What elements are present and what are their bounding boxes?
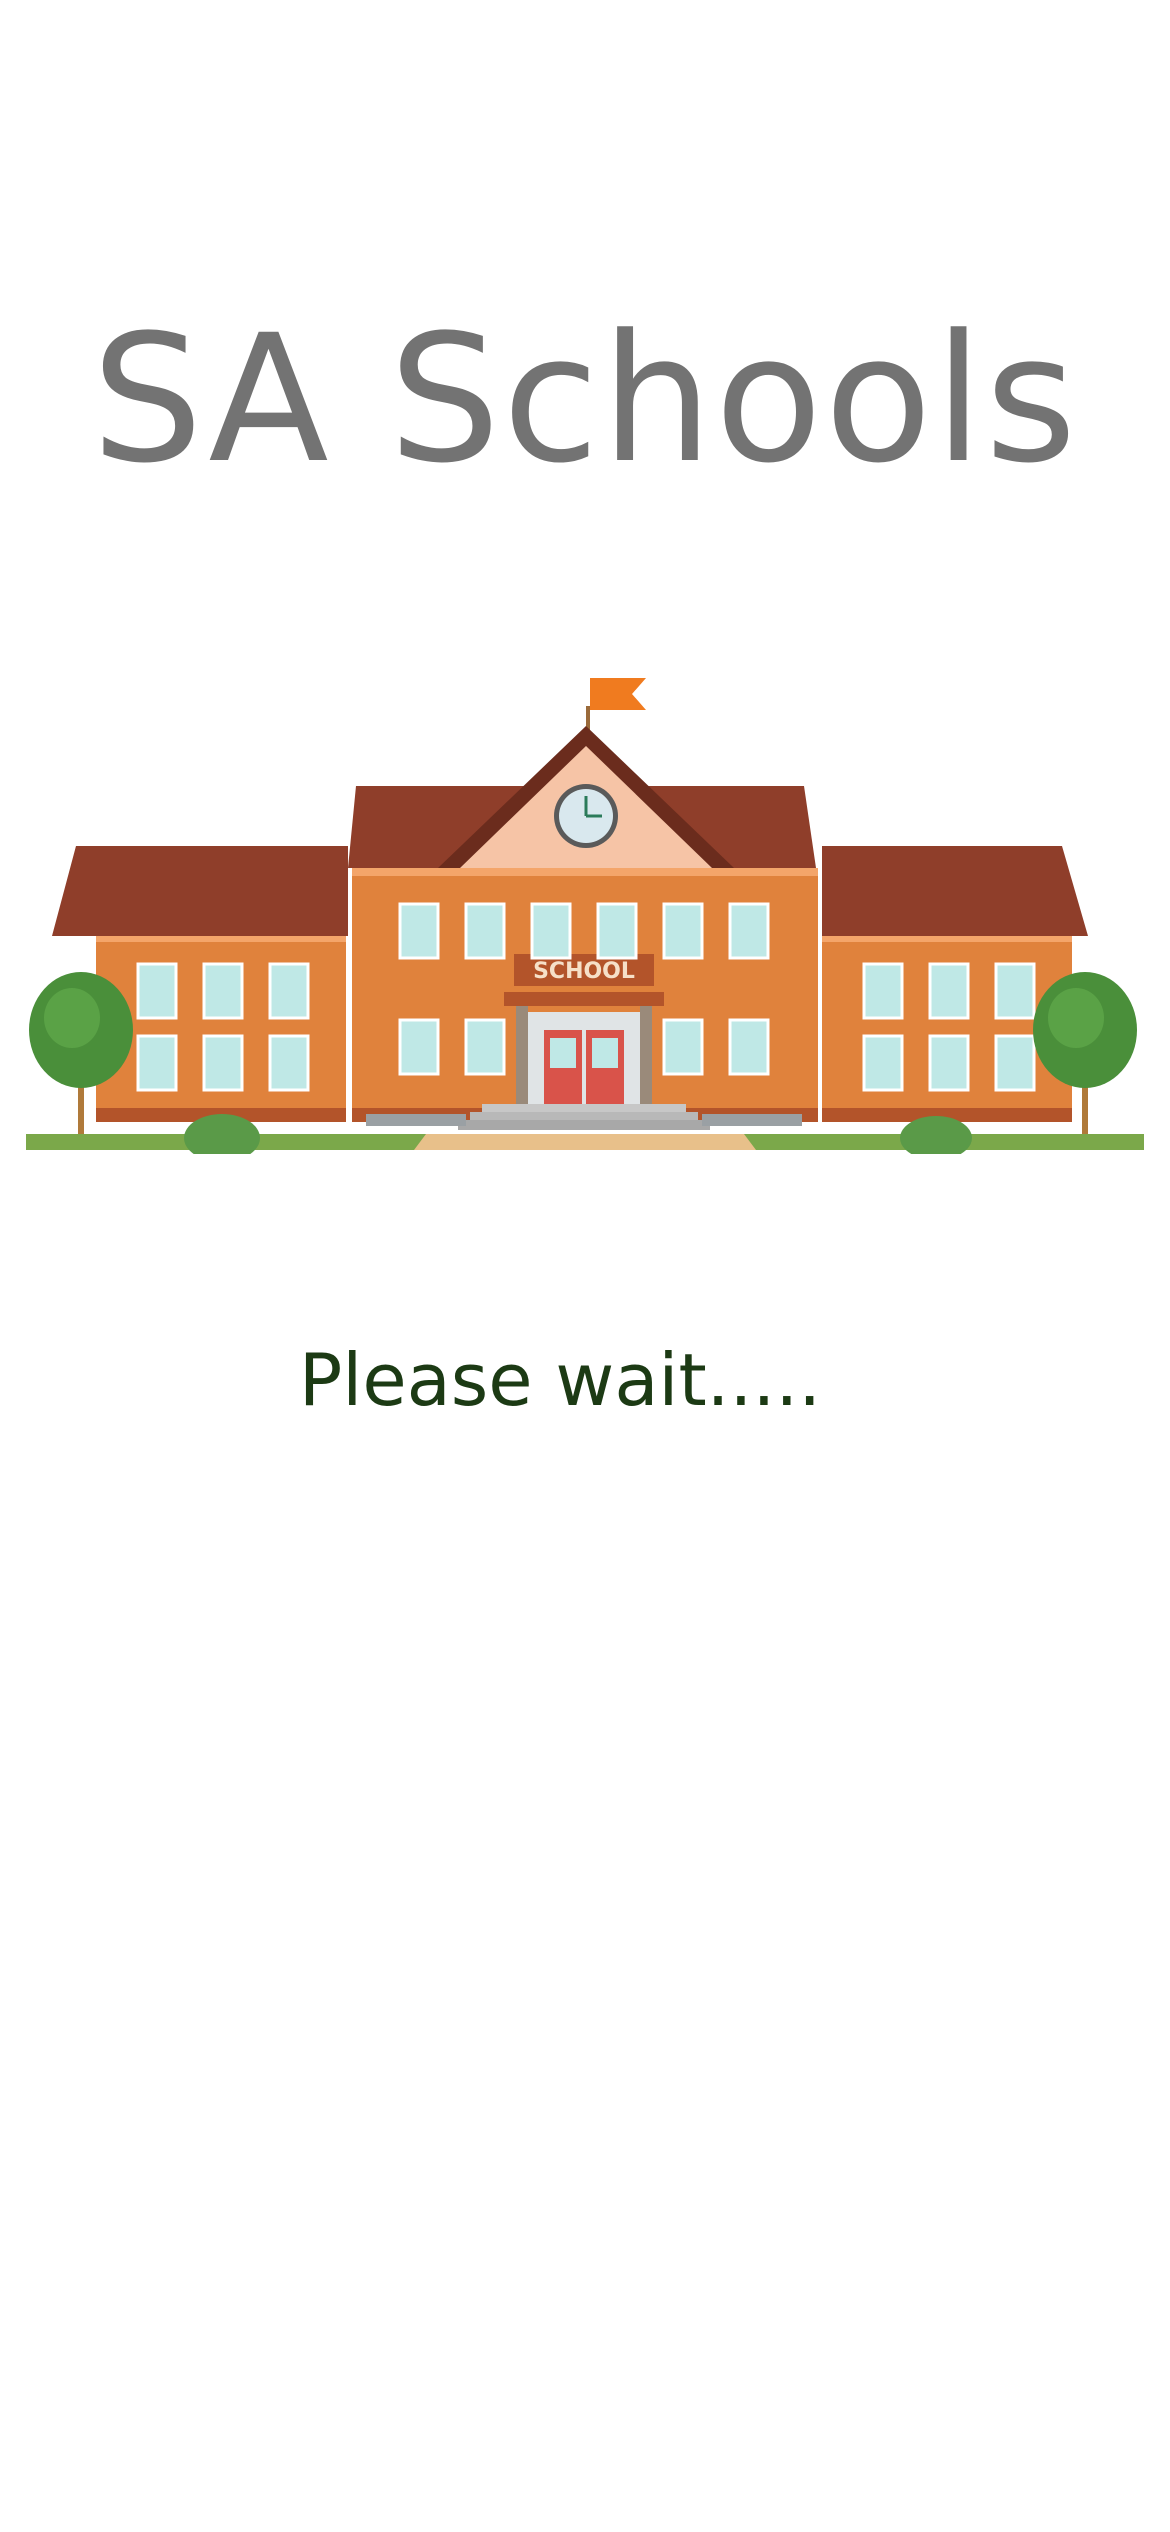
splash-screen: SA Schools SCHOOL Please wait..... — [0, 0, 1170, 2532]
school-building-icon: SCHOOL — [26, 678, 1144, 1154]
loading-status: Please wait..... — [298, 1338, 822, 1422]
app-title: SA Schools — [91, 297, 1079, 502]
school-sign-label: SCHOOL — [533, 959, 635, 984]
